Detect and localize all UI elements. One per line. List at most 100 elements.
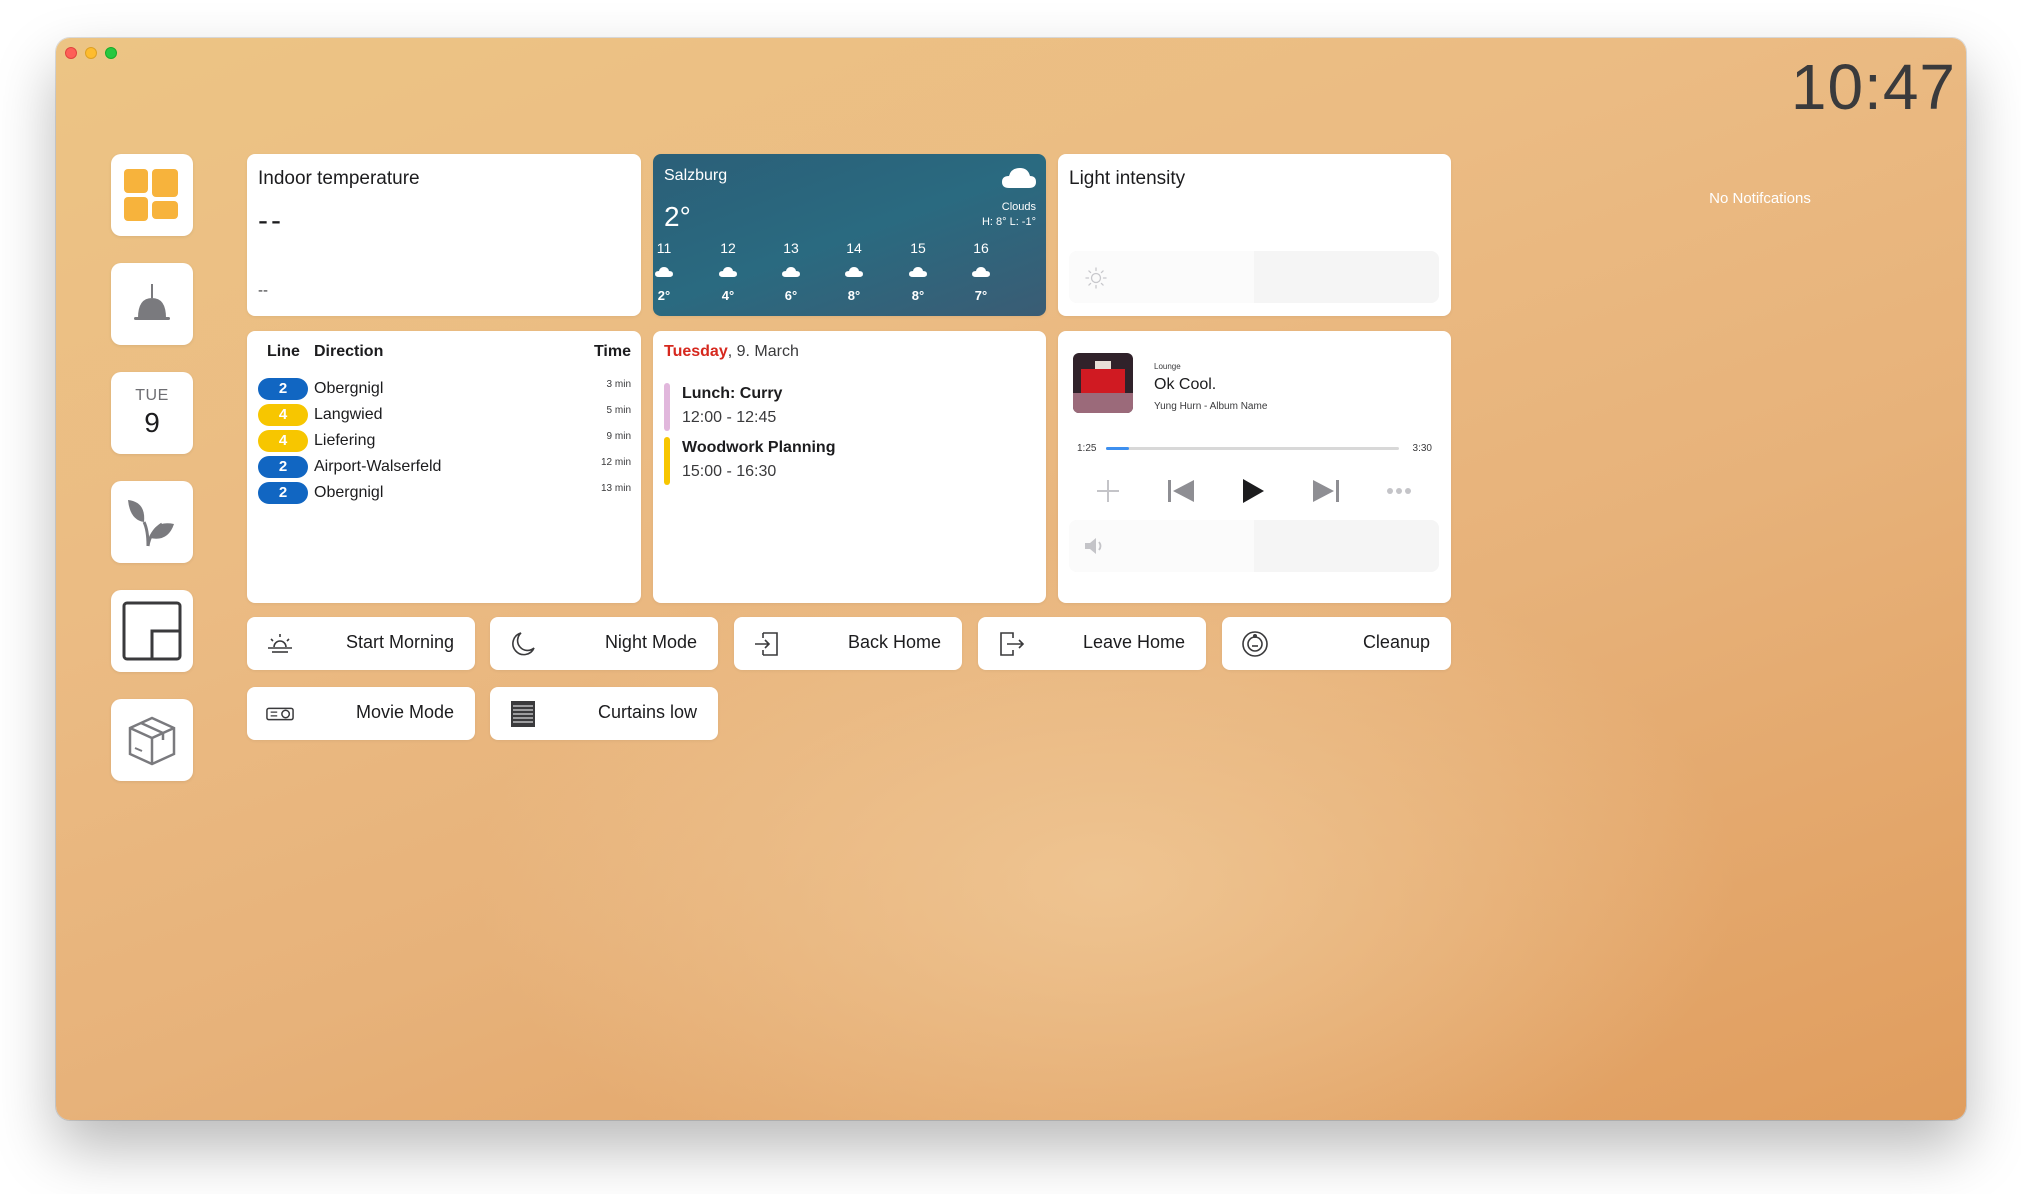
forecast-temp: 4° — [721, 288, 735, 303]
next-track-button[interactable] — [1306, 471, 1346, 511]
track-total-time: 3:30 — [1412, 443, 1432, 454]
package-icon — [128, 716, 176, 766]
transit-departures-card[interactable]: Line Direction Time 2 Obergnigl 3 min 4 … — [247, 331, 641, 603]
play-button[interactable] — [1233, 471, 1273, 511]
sidebar-item-dashboard[interactable] — [111, 154, 193, 236]
table-row: 2 Obergnigl 3 min — [258, 378, 631, 400]
forecast-temp: 8° — [911, 288, 925, 303]
track-current-time: 1:25 — [1077, 443, 1097, 454]
light-intensity-card[interactable]: Light intensity — [1058, 154, 1451, 316]
music-player-card[interactable]: Lounge Ok Cool. Yung Hurn - Album Name 1… — [1058, 331, 1451, 603]
forecast-hour: 15 8° — [898, 240, 938, 303]
scene-leave-home-button[interactable]: Leave Home — [978, 617, 1206, 670]
notifications-status: No Notifcations — [1709, 190, 1811, 207]
minimize-window-button[interactable] — [85, 47, 97, 59]
indoor-temperature-value: -- — [258, 204, 284, 237]
plus-icon — [1097, 480, 1119, 502]
scene-label: Movie Mode — [355, 702, 454, 722]
calendar-weekday-label: Tuesday — [664, 343, 728, 360]
cloud-icon — [898, 266, 938, 280]
light-intensity-title: Light intensity — [1069, 168, 1186, 189]
more-options-button[interactable] — [1379, 471, 1419, 511]
speaker-icon — [1085, 538, 1102, 554]
weather-city: Salzburg — [664, 167, 728, 184]
calendar-card[interactable]: Tuesday, 9. March Lunch: Curry 12:00 - 1… — [653, 331, 1046, 603]
scene-label: Curtains low — [597, 702, 697, 722]
floorplan-icon — [122, 601, 182, 661]
table-row: 4 Langwied 5 min — [258, 404, 631, 426]
forecast-hour: 13 6° — [771, 240, 811, 303]
ceiling-lamp-icon — [134, 284, 170, 320]
blinds-icon — [509, 700, 537, 728]
sidebar-item-floorplan[interactable] — [111, 590, 193, 672]
transit-direction: Airport-Walserfeld — [314, 458, 442, 475]
skip-forward-icon — [1313, 480, 1339, 502]
forecast-temp: 8° — [847, 288, 861, 303]
sunrise-icon — [266, 630, 294, 658]
volume-slider[interactable] — [1069, 520, 1439, 572]
indoor-temperature-card[interactable]: Indoor temperature -- -- — [247, 154, 641, 316]
table-row: 4 Liefering 9 min — [258, 430, 631, 452]
track-title: Ok Cool. — [1154, 376, 1217, 393]
ellipsis-icon — [1387, 488, 1411, 494]
transit-direction: Langwied — [314, 406, 383, 423]
cloud-icon — [708, 266, 748, 280]
plant-icon — [128, 500, 174, 547]
track-progress-bar[interactable] — [1106, 447, 1399, 450]
sidebar-item-packages[interactable] — [111, 699, 193, 781]
cloud-icon — [1001, 166, 1037, 195]
weather-card[interactable]: Salzburg 2° Clouds H: 8° L: -1° 11 2° 12… — [653, 154, 1046, 316]
door-enter-icon — [753, 630, 781, 658]
transit-time: 3 min — [606, 379, 631, 390]
forecast-hour: 12 4° — [708, 240, 748, 303]
scene-night-mode-button[interactable]: Night Mode — [490, 617, 718, 670]
window-controls — [65, 47, 117, 59]
add-button[interactable] — [1088, 471, 1128, 511]
indoor-temperature-sub: -- — [258, 282, 268, 299]
calendar-event[interactable]: Lunch: Curry 12:00 - 12:45 — [664, 383, 1034, 431]
cloud-icon — [644, 266, 684, 280]
door-exit-icon — [997, 630, 1025, 658]
track-progress-fill — [1106, 447, 1130, 450]
album-art[interactable] — [1073, 353, 1133, 413]
transit-direction: Obergnigl — [314, 380, 384, 397]
weather-temperature: 2° — [664, 201, 691, 232]
sidebar-item-calendar[interactable]: TUE 9 — [111, 372, 193, 454]
sidebar-item-lights[interactable] — [111, 263, 193, 345]
maximize-window-button[interactable] — [105, 47, 117, 59]
close-window-button[interactable] — [65, 47, 77, 59]
previous-track-button[interactable] — [1161, 471, 1201, 511]
transit-header-line: Line — [267, 343, 300, 360]
scene-start-morning-button[interactable]: Start Morning — [247, 617, 475, 670]
scene-back-home-button[interactable]: Back Home — [734, 617, 962, 670]
calendar-event[interactable]: Woodwork Planning 15:00 - 16:30 — [664, 437, 1034, 485]
forecast-hour-label: 15 — [910, 240, 926, 256]
line-badge: 4 — [258, 430, 308, 452]
skip-back-icon — [1168, 480, 1194, 502]
dashboard-icon — [124, 169, 178, 221]
scene-movie-mode-button[interactable]: Movie Mode — [247, 687, 475, 740]
forecast-hour-label: 14 — [846, 240, 862, 256]
transit-time: 13 min — [600, 483, 631, 494]
scene-curtains-low-button[interactable]: Curtains low — [490, 687, 718, 740]
forecast-temp: 7° — [974, 288, 988, 303]
play-icon — [1243, 479, 1264, 503]
event-time: 12:00 - 12:45 — [682, 409, 777, 426]
transit-time: 9 min — [606, 431, 631, 442]
app-window: 10:47 No Notifcations TUE 9 Indoor tempe… — [56, 38, 1966, 1120]
light-intensity-slider[interactable] — [1069, 251, 1439, 303]
line-badge: 2 — [258, 378, 308, 400]
track-artist-album: Yung Hurn - Album Name — [1154, 401, 1268, 412]
sidebar-item-plants[interactable] — [111, 481, 193, 563]
calendar-weekday: TUE — [135, 387, 169, 404]
transit-direction: Obergnigl — [314, 484, 384, 501]
transit-time: 12 min — [600, 457, 631, 468]
clock: 10:47 — [1790, 51, 1956, 123]
event-title: Lunch: Curry — [682, 385, 783, 402]
cloud-icon — [771, 266, 811, 280]
event-color-bar — [664, 437, 670, 485]
music-room: Lounge — [1154, 362, 1181, 371]
event-title: Woodwork Planning — [682, 439, 836, 456]
scene-cleanup-button[interactable]: Cleanup — [1222, 617, 1451, 670]
event-color-bar — [664, 383, 670, 431]
